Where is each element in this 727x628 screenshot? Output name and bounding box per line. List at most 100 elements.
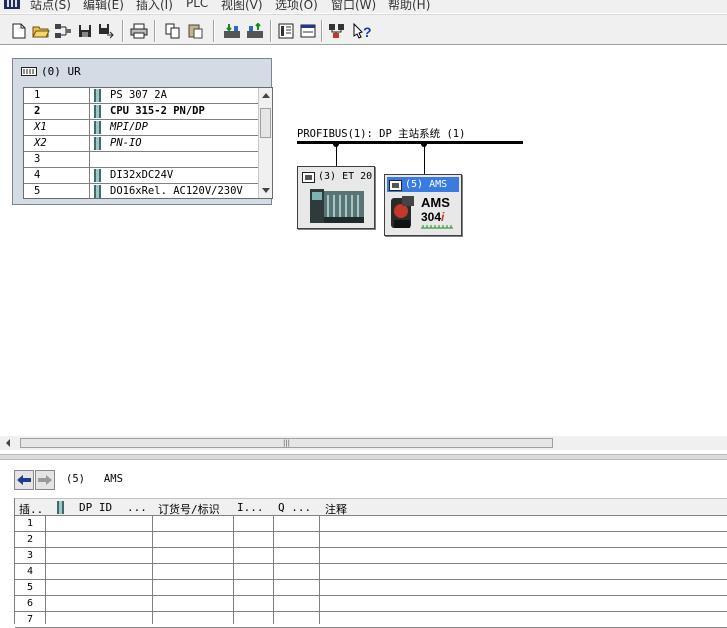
rack-slot-number: 4 bbox=[24, 168, 90, 183]
table-row[interactable]: 2 bbox=[15, 532, 727, 548]
module-icon bbox=[94, 89, 101, 102]
table-row[interactable]: 4 bbox=[15, 564, 727, 580]
column-header-output-address[interactable]: Q ... bbox=[278, 501, 311, 514]
rack-slot-number: 5 bbox=[24, 184, 90, 198]
print-icon[interactable] bbox=[129, 21, 149, 41]
module-name: CPU 315-2 PN/DP bbox=[110, 105, 205, 117]
detail-table[interactable]: 插.. DP ID ... 订货号/标识 I... Q ... 注释 1 2 3… bbox=[14, 498, 727, 628]
module-icon bbox=[94, 137, 101, 150]
column-header-comment[interactable]: 注释 bbox=[325, 501, 347, 517]
toolbar: ? bbox=[0, 14, 727, 45]
back-button[interactable] bbox=[14, 470, 34, 490]
row-slot-number: 1 bbox=[15, 516, 45, 531]
menu-view[interactable]: 视图(V) bbox=[221, 0, 263, 13]
network-icon[interactable] bbox=[53, 21, 73, 41]
table-row[interactable]: 6 bbox=[15, 596, 727, 612]
table-row[interactable]: 7 bbox=[15, 612, 727, 628]
toolbar-separator bbox=[122, 20, 124, 42]
paste-icon[interactable] bbox=[186, 21, 206, 41]
menu-options[interactable]: 选项(O) bbox=[275, 0, 318, 13]
ams-product-text: AMS bbox=[421, 195, 450, 210]
table-row[interactable]: 1 bbox=[15, 516, 727, 532]
rack-title-text: (0) UR bbox=[41, 65, 81, 78]
module-name: MPI/DP bbox=[110, 121, 148, 133]
column-header-more[interactable]: ... bbox=[127, 501, 147, 514]
toolbar-separator bbox=[213, 20, 215, 42]
rack-window[interactable]: (0) UR 1 PS 307 2A 2 CPU 315-2 PN/DP X1 … bbox=[12, 58, 273, 205]
new-icon[interactable] bbox=[9, 21, 29, 41]
et200-slave[interactable]: (3) ET 20 bbox=[297, 166, 375, 229]
scroll-thumb[interactable]: ||| bbox=[20, 438, 553, 448]
scroll-up-icon[interactable] bbox=[262, 93, 270, 98]
slave-connector-dot bbox=[333, 141, 339, 147]
table-row[interactable]: 5 bbox=[15, 580, 727, 596]
netpro-icon[interactable] bbox=[327, 21, 347, 41]
menu-edit[interactable]: 编辑(E) bbox=[83, 0, 124, 13]
upload-icon[interactable] bbox=[245, 21, 265, 41]
svg-text:?: ? bbox=[363, 24, 372, 40]
row-slot-number: 4 bbox=[15, 564, 45, 579]
slave-connector bbox=[336, 144, 337, 166]
column-header-dp-id[interactable]: DP ID bbox=[79, 501, 112, 514]
rack-table[interactable]: 1 PS 307 2A 2 CPU 315-2 PN/DP X1 MPI/DP … bbox=[23, 87, 273, 199]
detail-title: (5) AMS bbox=[66, 473, 123, 485]
station-canvas[interactable]: (0) UR 1 PS 307 2A 2 CPU 315-2 PN/DP X1 … bbox=[0, 46, 727, 450]
detail-navigation bbox=[14, 470, 55, 490]
rack-row[interactable]: 1 PS 307 2A bbox=[24, 88, 259, 104]
rack-slot-number: X2 bbox=[24, 136, 90, 151]
module-name: DO16xRel. AC120V/230V bbox=[110, 185, 243, 197]
open-icon[interactable] bbox=[31, 21, 51, 41]
menu-window[interactable]: 窗口(W) bbox=[331, 0, 376, 13]
menu-plc[interactable]: PLC bbox=[186, 0, 208, 10]
ams-slave[interactable]: (5) AMS AMS 304i bbox=[384, 174, 462, 236]
canvas-horizontal-scrollbar[interactable]: ||| bbox=[0, 436, 727, 450]
column-header-slot[interactable]: 插.. bbox=[19, 501, 43, 517]
rack-title: (0) UR bbox=[21, 65, 81, 78]
scroll-down-icon[interactable] bbox=[262, 188, 270, 193]
rack-row[interactable]: 2 CPU 315-2 PN/DP bbox=[24, 104, 259, 120]
toolbar-separator bbox=[154, 20, 156, 42]
arrow-right-icon bbox=[38, 475, 52, 485]
ams-model-number: 304 bbox=[421, 210, 442, 224]
profibus-label: PROFIBUS(1): DP 主站系统 (1) bbox=[297, 128, 466, 140]
scroll-thumb[interactable] bbox=[260, 108, 271, 138]
menu-insert[interactable]: 插入(I) bbox=[136, 0, 173, 13]
rack-row[interactable]: X1 MPI/DP bbox=[24, 120, 259, 136]
table-row[interactable]: 3 bbox=[15, 548, 727, 564]
slave-connector-dot bbox=[421, 141, 427, 147]
module-icon bbox=[94, 185, 101, 198]
rack-row[interactable]: 5 DO16xRel. AC120V/230V bbox=[24, 184, 259, 198]
ams-model-text: 304i bbox=[421, 210, 444, 224]
toolbar-separator bbox=[321, 20, 323, 42]
profibus-line[interactable] bbox=[297, 141, 523, 144]
save-compile-icon[interactable] bbox=[97, 21, 117, 41]
rack-slot-number: 2 bbox=[24, 104, 90, 119]
slave-station-icon bbox=[389, 180, 402, 191]
row-slot-number: 3 bbox=[15, 548, 45, 563]
download-icon[interactable] bbox=[222, 21, 242, 41]
forward-button[interactable] bbox=[35, 470, 55, 490]
detail-view: (5) AMS 插.. DP ID ... 订货号/标识 I... Q ... … bbox=[0, 460, 727, 628]
module-icon bbox=[94, 121, 101, 134]
help-icon[interactable]: ? bbox=[352, 21, 372, 41]
menu-station[interactable]: 站点(S) bbox=[30, 0, 71, 13]
module-name: PN-IO bbox=[110, 137, 142, 149]
scroll-left-icon[interactable] bbox=[6, 439, 10, 447]
copy-icon[interactable] bbox=[163, 21, 183, 41]
slave-station-icon bbox=[302, 172, 315, 183]
toolbar-separator bbox=[270, 20, 272, 42]
rack-row[interactable]: 3 bbox=[24, 152, 259, 168]
module-icon bbox=[94, 105, 101, 118]
column-header-order-number[interactable]: 订货号/标识 bbox=[158, 501, 220, 517]
rack-row[interactable]: 4 DI32xDC24V bbox=[24, 168, 259, 184]
menu-help[interactable]: 帮助(H) bbox=[388, 0, 430, 13]
detail-table-header: 插.. DP ID ... 订货号/标识 I... Q ... 注释 bbox=[15, 498, 727, 516]
column-header-input-address[interactable]: I... bbox=[237, 501, 264, 514]
overview-icon[interactable] bbox=[298, 21, 318, 41]
rack-slot-number: X1 bbox=[24, 120, 90, 135]
catalog-icon[interactable] bbox=[276, 21, 296, 41]
rack-scrollbar[interactable] bbox=[258, 88, 272, 198]
rack-row[interactable]: X2 PN-IO bbox=[24, 136, 259, 152]
et200-module-icon bbox=[310, 189, 364, 223]
save-icon[interactable] bbox=[75, 21, 95, 41]
